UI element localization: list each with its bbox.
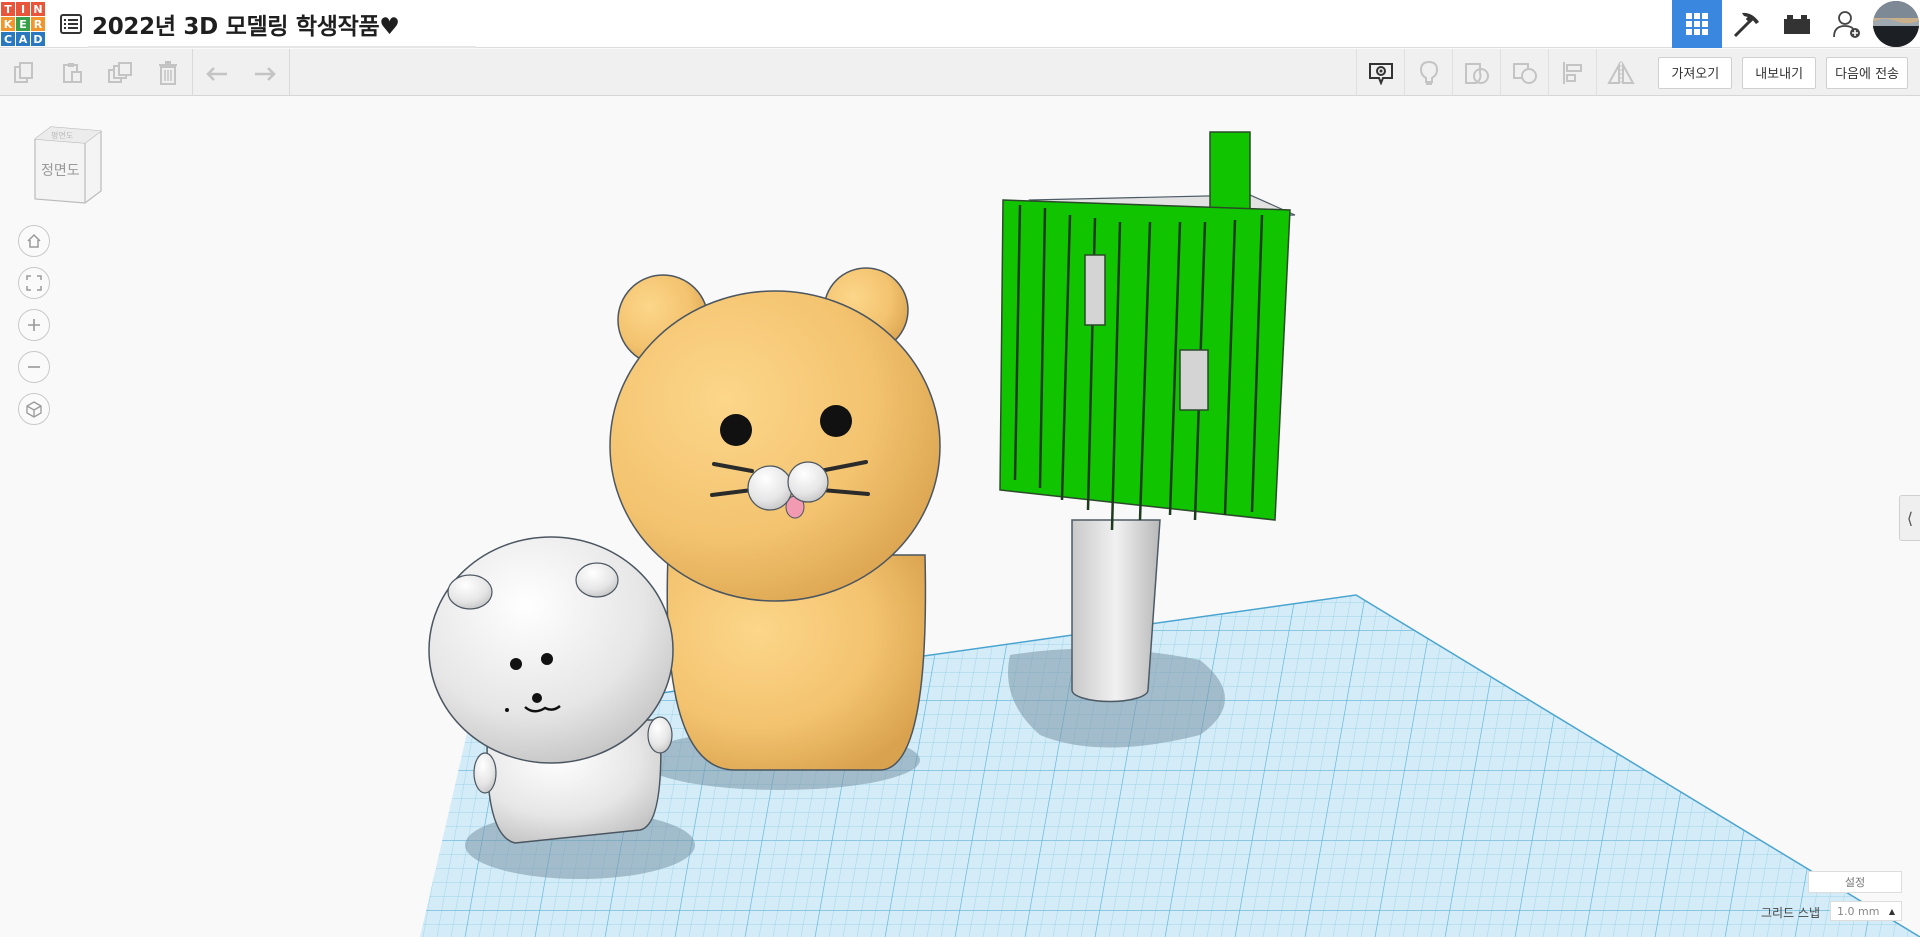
export-button[interactable]: 내보내기 bbox=[1742, 56, 1817, 89]
perspective-icon[interactable] bbox=[18, 393, 50, 425]
logo-letter: C bbox=[1, 32, 15, 46]
view-cube-top-label: 평면도 bbox=[51, 130, 73, 140]
note-icon[interactable] bbox=[1356, 49, 1404, 96]
home-icon[interactable] bbox=[18, 225, 50, 257]
shape-group-icon[interactable] bbox=[1452, 49, 1500, 96]
logo-letter: K bbox=[1, 17, 15, 31]
logo-letter: E bbox=[16, 17, 30, 31]
send-to-button[interactable]: 다음에 전송 bbox=[1826, 56, 1908, 89]
settings-button[interactable]: 설정 bbox=[1808, 871, 1902, 893]
undo-icon[interactable] bbox=[193, 49, 241, 96]
logo-letter: N bbox=[31, 2, 45, 16]
top-header: TIN KER CAD 2022년 3D 모델링 학생작품♥ bbox=[0, 0, 1920, 48]
view-cube-front-label: 정면도 bbox=[41, 163, 80, 179]
title-underline bbox=[88, 46, 476, 48]
zoom-in-icon[interactable] bbox=[18, 309, 50, 341]
panel-collapse-tab[interactable]: ⟨ bbox=[1899, 495, 1920, 541]
grid-snap-value: 1.0 mm bbox=[1837, 904, 1880, 918]
redo-icon[interactable] bbox=[241, 49, 289, 96]
caret-up-icon: ▲ bbox=[1888, 906, 1895, 916]
align-icon[interactable] bbox=[1548, 49, 1596, 96]
logo-letter: I bbox=[16, 2, 30, 16]
duplicate-icon[interactable] bbox=[96, 49, 144, 96]
copy-icon[interactable] bbox=[0, 49, 48, 96]
logo-letter: A bbox=[16, 32, 30, 46]
tinkercad-logo[interactable]: TIN KER CAD bbox=[0, 0, 48, 48]
import-button[interactable]: 가져오기 bbox=[1658, 56, 1733, 89]
mirror-icon[interactable] bbox=[1596, 49, 1644, 96]
grid-view-icon[interactable] bbox=[1672, 0, 1722, 48]
grid-snap-select[interactable]: 1.0 mm ▲ bbox=[1830, 901, 1902, 921]
brick-icon[interactable] bbox=[1772, 0, 1822, 48]
pickaxe-icon[interactable] bbox=[1722, 0, 1772, 48]
delete-icon[interactable] bbox=[144, 49, 192, 96]
zoom-out-icon[interactable] bbox=[18, 351, 50, 383]
header-right-buttons bbox=[1672, 0, 1920, 48]
ungroup-icon[interactable] bbox=[1500, 49, 1548, 96]
logo-letter: R bbox=[31, 17, 45, 31]
edit-toolbar: 가져오기 내보내기 다음에 전송 bbox=[0, 49, 1920, 96]
fit-icon[interactable] bbox=[18, 267, 50, 299]
logo-letter: T bbox=[1, 2, 15, 16]
paste-icon[interactable] bbox=[48, 49, 96, 96]
user-avatar[interactable] bbox=[1872, 0, 1920, 48]
view-cube[interactable]: 평면도 정면도 bbox=[31, 125, 105, 209]
list-icon[interactable] bbox=[58, 11, 84, 37]
design-title[interactable]: 2022년 3D 모델링 학생작품♥ bbox=[92, 7, 400, 41]
workplane-viewport[interactable] bbox=[0, 96, 1920, 937]
add-user-icon[interactable] bbox=[1822, 0, 1872, 48]
logo-letter: D bbox=[31, 32, 45, 46]
grid-snap-label: 그리드 스냅 bbox=[1760, 906, 1820, 920]
light-icon[interactable] bbox=[1404, 49, 1452, 96]
